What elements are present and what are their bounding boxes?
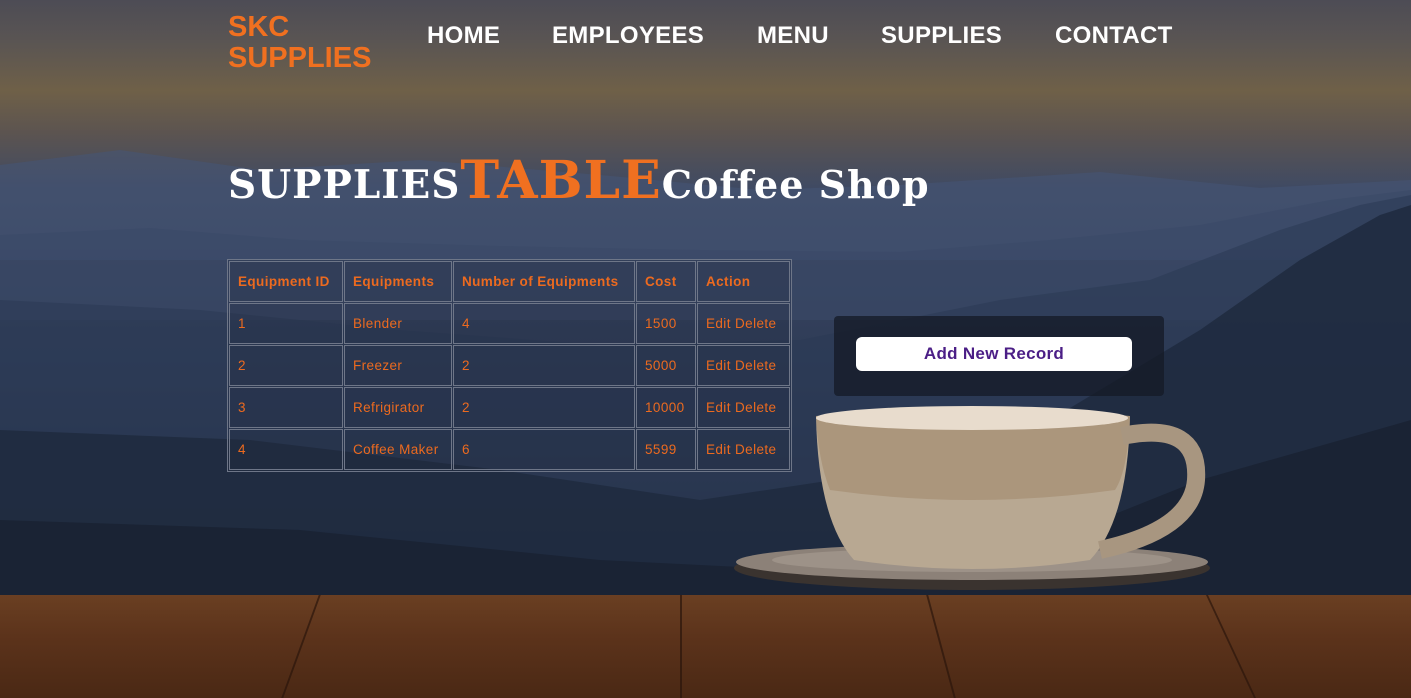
- cell-equipment: Freezer: [344, 345, 452, 386]
- coffee-cup-image: [734, 406, 1210, 590]
- edit-link[interactable]: Edit: [706, 316, 731, 331]
- col-header-action: Action: [697, 261, 790, 302]
- table-row: 3 Refrigirator 2 10000 Edit Delete: [229, 387, 790, 428]
- table-row: 4 Coffee Maker 6 5599 Edit Delete: [229, 429, 790, 470]
- nav-home[interactable]: HOME: [427, 22, 500, 50]
- nav-supplies[interactable]: SUPPLIES: [881, 22, 1002, 50]
- cell-action: Edit Delete: [697, 429, 790, 470]
- nav-contact[interactable]: CONTACT: [1055, 22, 1173, 50]
- cell-action: Edit Delete: [697, 303, 790, 344]
- cell-equipment: Blender: [344, 303, 452, 344]
- title-part-supplies: SUPPLIES: [228, 162, 461, 208]
- title-part-coffee-shop: Coffee Shop: [661, 162, 930, 207]
- table-row: 1 Blender 4 1500 Edit Delete: [229, 303, 790, 344]
- col-header-equipment-id: Equipment ID: [229, 261, 343, 302]
- cell-id: 3: [229, 387, 343, 428]
- delete-link[interactable]: Delete: [735, 442, 776, 457]
- brand-line1: SKC: [228, 11, 290, 43]
- cell-action: Edit Delete: [697, 387, 790, 428]
- cell-equipment: Refrigirator: [344, 387, 452, 428]
- col-header-number: Number of Equipments: [453, 261, 635, 302]
- page-title: SUPPLIESTABLECoffee Shop: [228, 150, 930, 211]
- edit-link[interactable]: Edit: [706, 400, 731, 415]
- cell-count: 2: [453, 387, 635, 428]
- delete-link[interactable]: Delete: [735, 400, 776, 415]
- table-header-row: Equipment ID Equipments Number of Equipm…: [229, 261, 790, 302]
- brand-logo[interactable]: SKC SUPPLIES: [228, 12, 388, 74]
- cell-count: 2: [453, 345, 635, 386]
- nav-menu[interactable]: MENU: [757, 22, 829, 50]
- cell-id: 1: [229, 303, 343, 344]
- add-new-record-button[interactable]: Add New Record: [856, 337, 1132, 371]
- delete-link[interactable]: Delete: [735, 358, 776, 373]
- cell-id: 2: [229, 345, 343, 386]
- table-row: 2 Freezer 2 5000 Edit Delete: [229, 345, 790, 386]
- supplies-table: Equipment ID Equipments Number of Equipm…: [227, 259, 792, 472]
- title-part-table: TABLE: [460, 150, 662, 211]
- cell-id: 4: [229, 429, 343, 470]
- col-header-equipments: Equipments: [344, 261, 452, 302]
- plank-divider: [680, 595, 682, 698]
- edit-link[interactable]: Edit: [706, 358, 731, 373]
- edit-link[interactable]: Edit: [706, 442, 731, 457]
- cell-cost: 5599: [636, 429, 696, 470]
- cell-cost: 10000: [636, 387, 696, 428]
- add-record-panel: Add New Record: [834, 316, 1164, 396]
- cell-count: 6: [453, 429, 635, 470]
- delete-link[interactable]: Delete: [735, 316, 776, 331]
- cell-count: 4: [453, 303, 635, 344]
- brand-line2: SUPPLIES: [228, 42, 372, 74]
- cell-cost: 5000: [636, 345, 696, 386]
- nav-employees[interactable]: EMPLOYEES: [552, 22, 704, 50]
- col-header-cost: Cost: [636, 261, 696, 302]
- cell-action: Edit Delete: [697, 345, 790, 386]
- cell-cost: 1500: [636, 303, 696, 344]
- cell-equipment: Coffee Maker: [344, 429, 452, 470]
